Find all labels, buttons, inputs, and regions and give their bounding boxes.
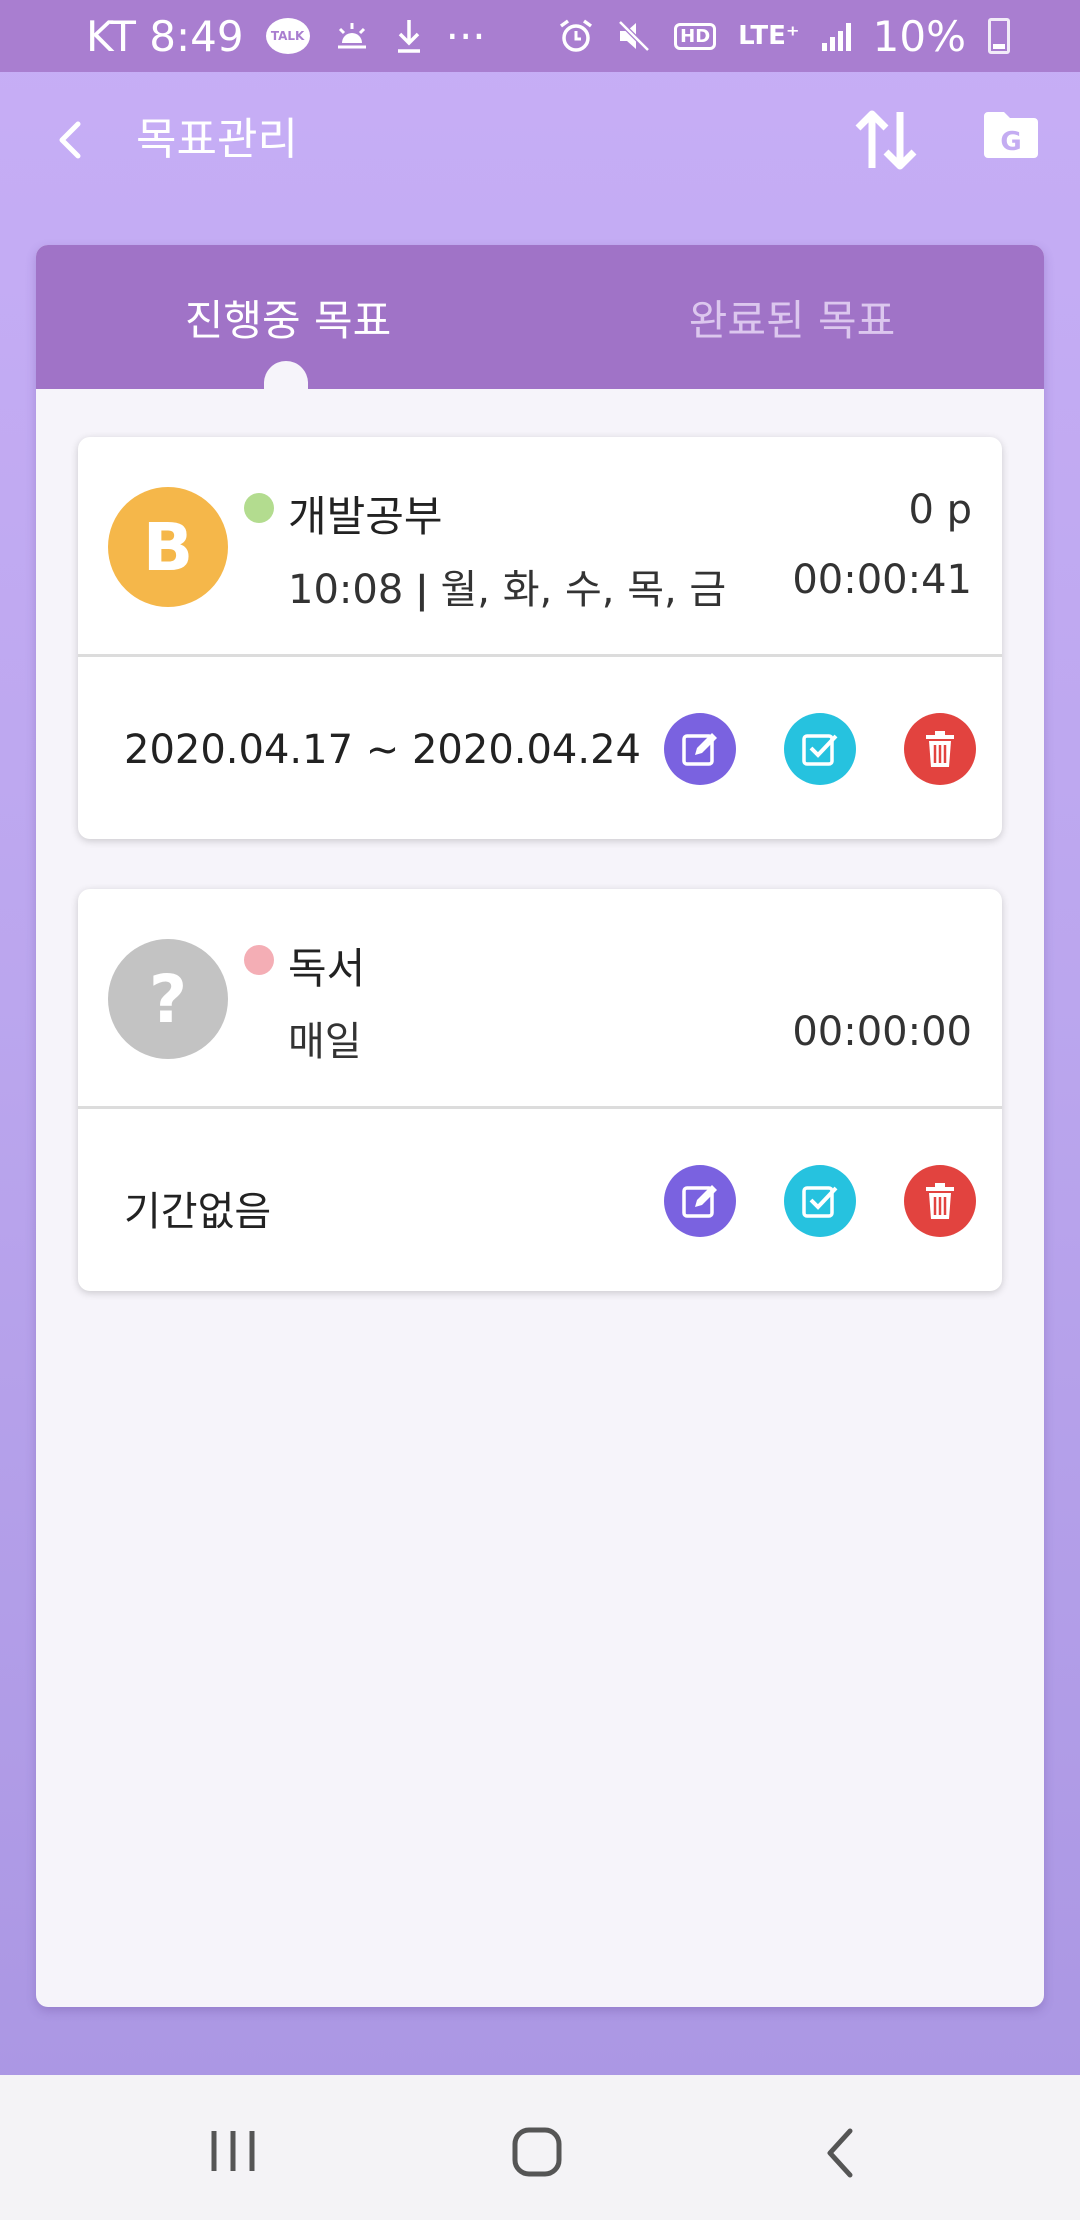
mute-icon [616,18,652,54]
goal-points: 0 p [908,487,972,533]
edit-button[interactable] [664,1165,736,1237]
trash-icon [926,1183,954,1219]
back-button[interactable] [44,112,100,168]
kakaotalk-icon: TALK [265,18,310,54]
check-icon [802,1186,838,1218]
home-button[interactable] [510,2125,564,2179]
goal-schedule: 매일 [288,1019,362,1065]
network-type: LTE⁺ [738,21,800,51]
page-title: 목표관리 [136,114,298,165]
check-icon [802,734,838,766]
system-back-icon [827,2128,853,2178]
back-arrow-icon [59,121,81,159]
goal-period: 2020.04.17 ~ 2020.04.24 [124,727,641,773]
goal-name: 개발공부 [288,492,443,541]
more-notifications: ··· [445,11,486,61]
app-bar: 목표관리 G [0,72,1080,208]
home-icon [512,2127,562,2177]
status-left: KT 8:49 TALK ··· [86,12,486,61]
tab-completed[interactable]: 완료된 목표 [540,245,1044,389]
status-bar: KT 8:49 TALK ··· HD LTE⁺ 10% [0,0,1080,72]
delete-button[interactable] [904,1165,976,1237]
edit-button[interactable] [664,713,736,785]
battery-icon [988,18,1010,54]
download-icon [394,18,424,54]
sort-icon [855,110,917,170]
sort-button[interactable] [850,102,922,178]
weather-icon [332,19,372,53]
complete-button[interactable] [784,713,856,785]
hd-voice-icon: HD [674,22,717,50]
goal-card[interactable]: ? 독서 매일 00:00:00 기간없음 [78,889,1002,1291]
goal-schedule: 10:08 ǀ 월, 화, 수, 목, 금 [288,567,727,613]
battery-level: 10% [872,11,966,61]
signal-icon [821,21,851,51]
goal-elapsed-time: 00:00:00 [792,1009,972,1055]
svg-text:G: G [1000,127,1021,157]
complete-button[interactable] [784,1165,856,1237]
recent-apps-button[interactable] [208,2127,258,2175]
tab-bar: 진행중 목표 완료된 목표 [36,245,1044,391]
carrier-time: KT 8:49 [86,11,244,61]
status-right: HD LTE⁺ 10% [558,12,1010,61]
edit-icon [682,733,717,766]
goal-avatar: ? [108,939,228,1059]
system-nav-bar [0,2075,1080,2220]
recent-apps-icon [211,2131,255,2171]
edit-icon [682,1185,717,1218]
google-drive-button[interactable]: G [982,110,1040,160]
trash-icon [926,731,954,767]
goal-name: 독서 [288,944,366,993]
goal-period: 기간없음 [124,1189,272,1235]
alarm-icon [558,18,594,54]
goal-status-dot [244,945,274,975]
goal-avatar: B [108,487,228,607]
goal-elapsed-time: 00:00:41 [792,557,972,603]
goal-status-dot [244,493,274,523]
google-drive-folder-icon: G [984,112,1038,158]
goal-card[interactable]: B 개발공부 0 p 10:08 ǀ 월, 화, 수, 목, 금 00:00:4… [78,437,1002,839]
system-back-button[interactable] [820,2125,860,2181]
goals-panel: 진행중 목표 완료된 목표 B 개발공부 0 p 10:08 ǀ 월, 화, 수… [36,245,1044,2007]
delete-button[interactable] [904,713,976,785]
